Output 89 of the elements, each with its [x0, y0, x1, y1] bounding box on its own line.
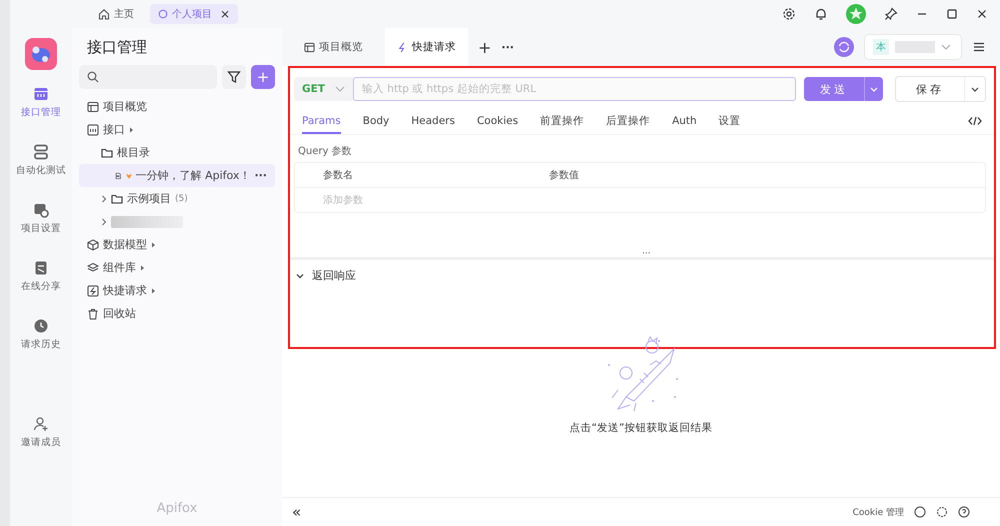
url-field[interactable]: 输入 http 或 https 起始的完整 URL: [352, 77, 796, 101]
filter-button[interactable]: [222, 65, 246, 89]
new-tab-button[interactable]: +: [478, 38, 492, 56]
notification-bell-icon[interactable]: [814, 7, 828, 21]
request-tab[interactable]: 后置操作: [606, 108, 650, 134]
window-tab[interactable]: 个人项目 ×: [150, 4, 238, 24]
item-count: (5): [175, 194, 188, 204]
maximize-icon[interactable]: [946, 8, 958, 20]
request-tab[interactable]: 设置: [718, 108, 741, 134]
response-toggle[interactable]: 返回响应: [290, 260, 994, 291]
column-header: 参数值: [548, 168, 580, 182]
tree-label: 快捷请求: [103, 283, 147, 298]
tree-item[interactable]: 示例项目 (5): [79, 187, 275, 210]
sidebar-title: 接口管理: [86, 37, 148, 58]
code-icon[interactable]: [968, 116, 982, 126]
close-icon[interactable]: [976, 8, 988, 20]
window-tab[interactable]: 主页: [90, 4, 142, 24]
tree-icon: [87, 284, 99, 296]
tree-item[interactable]: 组件库: [79, 256, 275, 279]
request-tab[interactable]: Auth: [672, 108, 697, 134]
tree-item[interactable]: 一分钟，了解 Apifox！ ···: [79, 164, 275, 187]
tree-label: 数据模型: [103, 237, 147, 252]
chevron-down-icon: [334, 86, 345, 92]
section-title: Query 参数: [297, 144, 353, 159]
tree-label: 组件库: [103, 260, 136, 275]
rail-nav-item[interactable]: 请求历史: [10, 314, 72, 372]
tree-item[interactable]: 回收站: [79, 302, 275, 325]
filter-icon: [227, 70, 241, 84]
add-user-icon: [33, 416, 49, 432]
chevron-down-icon: [941, 44, 951, 50]
empty-response-message: 点击“发送”按钮获取返回结果: [570, 421, 712, 435]
chevron-down-icon: [870, 86, 878, 92]
editor-tab[interactable]: 快捷请求: [385, 28, 468, 66]
blurred-label: [111, 216, 183, 228]
rail-nav-item[interactable]: 在线分享: [10, 256, 72, 314]
request-tab[interactable]: Cookies: [476, 108, 518, 134]
tree-label: 根目录: [117, 145, 150, 160]
request-tab[interactable]: Params: [302, 108, 341, 134]
tree-icon: [87, 262, 99, 274]
tree-item[interactable]: 快捷请求: [79, 279, 275, 302]
tree-icon: [87, 100, 99, 112]
tree-icon: [87, 124, 99, 136]
document-icon: [33, 260, 49, 276]
tree-label: 一分钟，了解 Apifox！: [136, 168, 250, 183]
more-tabs-button[interactable]: ···: [501, 40, 514, 54]
request-tab[interactable]: Body: [362, 108, 390, 134]
tree-icon: [87, 238, 99, 250]
tree-icon: [101, 146, 113, 158]
send-button[interactable]: 发送: [804, 77, 883, 101]
tree-label: 示例项目: [127, 191, 171, 206]
app-logo-icon: [25, 38, 57, 70]
search-field[interactable]: [79, 65, 217, 89]
search-icon: [87, 71, 99, 83]
column-header: 参数名: [322, 168, 354, 182]
add-button[interactable]: +: [251, 65, 275, 89]
more-button[interactable]: ···: [254, 169, 267, 182]
tree-label: 接口: [103, 122, 125, 137]
tree-item[interactable]: 项目概览: [79, 95, 275, 118]
close-tab-button[interactable]: ×: [220, 7, 230, 21]
tree-label: 回收站: [103, 306, 136, 321]
tree-item[interactable]: 根目录: [79, 141, 275, 164]
tree-icon: [87, 308, 99, 320]
home-icon: [98, 8, 110, 20]
menu-icon[interactable]: [972, 40, 986, 54]
editor-tab[interactable]: 项目概览: [292, 28, 375, 66]
layout-icon: [304, 42, 315, 52]
tree-item[interactable]: 数据模型: [79, 233, 275, 256]
chevron-down-icon: [971, 86, 979, 92]
sidebar-logo-text: Apifox: [156, 501, 198, 518]
cookie-manager-link[interactable]: Cookie 管理: [852, 506, 904, 518]
request-tab[interactable]: Headers: [411, 108, 455, 134]
collapse-sidebar-button[interactable]: «: [292, 503, 302, 521]
resize-handle[interactable]: ···: [642, 249, 651, 259]
rail-nav-item[interactable]: 项目设置: [10, 198, 72, 256]
calendar-icon: [33, 86, 49, 102]
tree-icon: [111, 192, 123, 204]
clock-icon: [33, 318, 49, 334]
request-tab[interactable]: 前置操作: [540, 108, 584, 134]
save-button[interactable]: 保存: [895, 76, 986, 102]
chevron-down-icon: [296, 272, 304, 280]
tree-label: 项目概览: [103, 99, 147, 114]
rail-nav-item[interactable]: 接口管理: [10, 82, 72, 140]
rail-nav-item[interactable]: 自动化测试: [10, 140, 72, 198]
folder-gear-icon: [33, 202, 49, 218]
invite-members-button[interactable]: 邀请成员: [10, 412, 72, 470]
sync-icon[interactable]: [834, 37, 854, 57]
pin-icon[interactable]: [884, 7, 898, 21]
tree-item[interactable]: 接口: [79, 118, 275, 141]
server-icon: [33, 144, 49, 160]
